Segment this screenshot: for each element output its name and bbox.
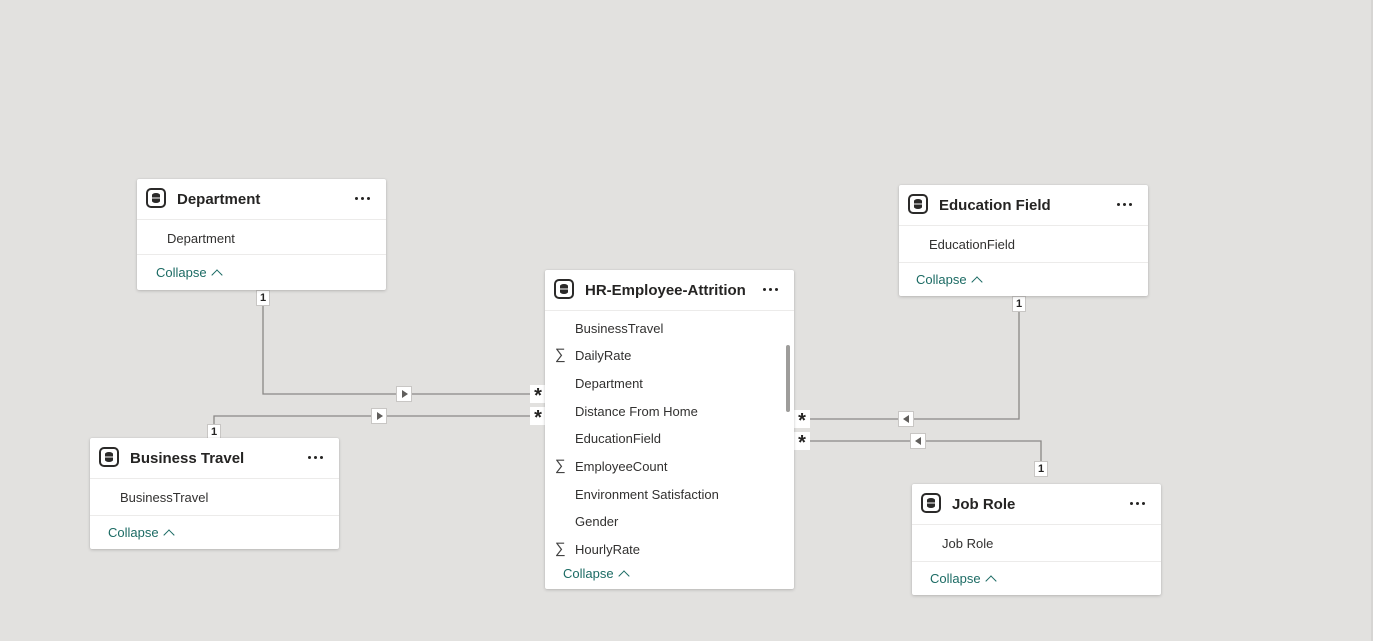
chevron-up-icon [617, 570, 630, 582]
cardinality-many-business-travel: * [530, 407, 546, 429]
collapse-button[interactable]: Collapse [930, 571, 997, 587]
chevron-up-icon [970, 276, 983, 288]
triangle-left-icon[interactable] [898, 411, 914, 427]
table-header[interactable]: Business Travel [90, 438, 339, 479]
divider [899, 262, 1148, 263]
table-card-business-travel[interactable]: Business Travel BusinessTravel Collapse [90, 438, 339, 549]
field-label: BusinessTravel [120, 490, 209, 505]
table-title: Business Travel [130, 450, 245, 467]
cardinality-many-education-field: * [794, 410, 810, 432]
more-options-icon[interactable] [308, 449, 326, 465]
table-header[interactable]: Education Field [899, 185, 1148, 226]
collapse-label: Collapse [156, 265, 207, 280]
field-row[interactable]: EducationField [545, 424, 794, 452]
table-icon [554, 279, 574, 299]
field-row[interactable]: ∑ EmployeeCount [545, 452, 794, 480]
field-label: Department [167, 231, 235, 246]
collapse-button[interactable]: Collapse [563, 566, 630, 582]
more-options-icon[interactable] [763, 281, 781, 297]
collapse-label: Collapse [108, 525, 159, 540]
cardinality-one-job-role: 1 [1034, 461, 1048, 477]
cardinality-one-education-field: 1 [1012, 296, 1026, 312]
field-row[interactable]: Distance From Home [545, 397, 794, 425]
scrollbar-thumb[interactable] [786, 345, 790, 412]
chevron-up-icon [984, 575, 997, 587]
collapse-label: Collapse [916, 272, 967, 287]
field-label: EmployeeCount [575, 459, 668, 474]
field-label: Job Role [942, 536, 994, 551]
table-icon [146, 188, 166, 208]
table-card-job-role[interactable]: Job Role Job Role Collapse [912, 484, 1161, 595]
more-options-icon[interactable] [1130, 495, 1148, 511]
more-options-icon[interactable] [1117, 196, 1135, 212]
collapse-button[interactable]: Collapse [156, 265, 223, 281]
triangle-left-icon[interactable] [910, 433, 926, 449]
field-row[interactable]: BusinessTravel [90, 483, 339, 511]
triangle-right-icon[interactable] [396, 386, 412, 402]
collapse-label: Collapse [930, 571, 981, 586]
model-canvas[interactable]: 1 1 1 1 * * * * Department Department Co… [0, 0, 1373, 641]
field-row[interactable]: Gender [545, 507, 794, 535]
field-row[interactable]: Department [545, 369, 794, 397]
field-row[interactable]: Environment Satisfaction [545, 480, 794, 508]
field-row[interactable]: ∑ HourlyRate [545, 535, 794, 563]
table-card-hr-employee-attrition[interactable]: HR-Employee-Attrition BusinessTravel ∑ D… [545, 270, 794, 589]
cardinality-many-department: * [530, 385, 546, 407]
chevron-up-icon [162, 529, 175, 541]
sigma-icon: ∑ [555, 346, 566, 363]
field-label: BusinessTravel [575, 321, 664, 336]
cardinality-many-job-role: * [794, 432, 810, 454]
divider [137, 254, 386, 255]
field-label: Distance From Home [575, 404, 698, 419]
triangle-right-icon[interactable] [371, 408, 387, 424]
divider [90, 515, 339, 516]
field-label: Department [575, 376, 643, 391]
field-label: Gender [575, 514, 619, 529]
cardinality-one-department: 1 [256, 290, 270, 306]
collapse-button[interactable]: Collapse [916, 272, 983, 288]
collapse-button[interactable]: Collapse [108, 525, 175, 541]
table-icon [908, 194, 928, 214]
relationship-line-department [262, 304, 538, 395]
table-header[interactable]: HR-Employee-Attrition [545, 270, 794, 311]
collapse-label: Collapse [563, 566, 614, 581]
table-card-department[interactable]: Department Department Collapse [137, 179, 386, 290]
field-row[interactable]: EducationField [899, 230, 1148, 258]
field-row[interactable]: BusinessTravel [545, 314, 794, 342]
sigma-icon: ∑ [555, 540, 566, 557]
sigma-icon: ∑ [555, 457, 566, 474]
divider [912, 561, 1161, 562]
field-label: EducationField [575, 431, 661, 446]
field-label: DailyRate [575, 348, 632, 363]
field-row[interactable]: Department [137, 224, 386, 252]
relationship-line-education-field [802, 309, 1020, 420]
table-icon [921, 493, 941, 513]
table-icon [99, 447, 119, 467]
field-label: EducationField [929, 237, 1015, 252]
field-label: HourlyRate [575, 542, 641, 557]
table-title: Department [177, 191, 261, 208]
table-card-education-field[interactable]: Education Field EducationField Collapse [899, 185, 1148, 296]
table-title: Education Field [939, 197, 1051, 214]
field-row[interactable]: Job Role [912, 529, 1161, 557]
field-label: Environment Satisfaction [575, 487, 719, 502]
table-title: Job Role [952, 496, 1016, 513]
chevron-up-icon [210, 269, 223, 281]
more-options-icon[interactable] [355, 190, 373, 206]
table-title: HR-Employee-Attrition [585, 282, 746, 299]
table-header[interactable]: Job Role [912, 484, 1161, 525]
table-header[interactable]: Department [137, 179, 386, 220]
field-row[interactable]: ∑ DailyRate [545, 341, 794, 369]
